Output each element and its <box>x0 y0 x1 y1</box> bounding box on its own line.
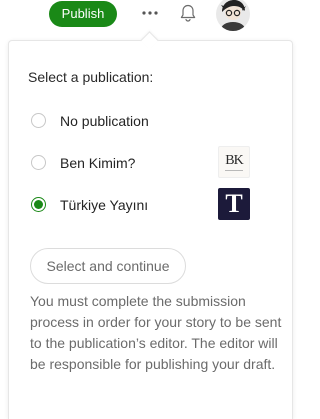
radio-button[interactable] <box>31 113 46 128</box>
radio-button[interactable] <box>31 155 46 170</box>
top-bar: Publish <box>0 0 306 31</box>
radio-button-selected[interactable] <box>31 197 46 212</box>
user-avatar[interactable] <box>216 0 250 31</box>
option-label: No publication <box>60 113 149 129</box>
more-options-icon[interactable] <box>138 4 162 22</box>
logo-monogram: BK <box>225 153 243 168</box>
option-turkiye-yayini[interactable]: Türkiye Yayını T <box>28 188 253 222</box>
option-label: Türkiye Yayını <box>60 197 149 213</box>
option-no-publication[interactable]: No publication <box>28 104 253 138</box>
publication-logo: T <box>218 188 250 220</box>
logo-underline <box>225 170 243 171</box>
publish-button[interactable]: Publish <box>49 1 117 27</box>
option-label: Ben Kimim? <box>60 155 136 171</box>
submission-info-text: You must complete the submission process… <box>30 293 282 372</box>
popover-heading: Select a publication: <box>28 69 154 85</box>
select-and-continue-button[interactable]: Select and continue <box>30 248 186 284</box>
option-ben-kimim[interactable]: Ben Kimim? BK <box>28 146 253 180</box>
logo-monogram: T <box>225 189 243 218</box>
publication-logo: BK <box>218 146 250 178</box>
bell-icon[interactable] <box>177 2 199 24</box>
